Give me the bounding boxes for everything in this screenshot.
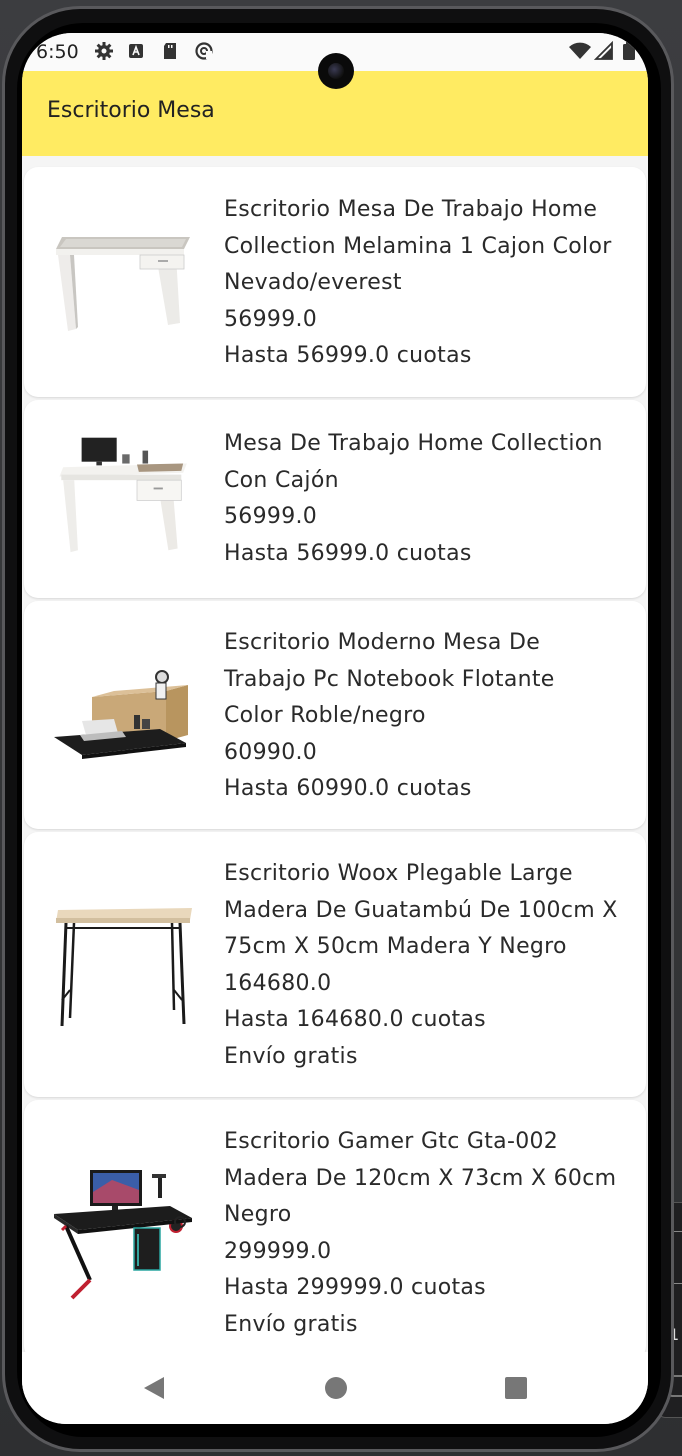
product-price: 299999.0 xyxy=(224,1238,332,1264)
product-installments: Hasta 56999.0 cuotas xyxy=(224,540,472,566)
signal-icon xyxy=(594,41,613,60)
product-installments: Hasta 60990.0 cuotas xyxy=(224,776,472,801)
product-card[interactable]: Mesa De Trabajo Home Collection Con Cajó… xyxy=(24,400,646,598)
product-card[interactable]: Escritorio Mesa De Trabajo Home Collecti… xyxy=(24,167,646,397)
phone-screen: 6:50 Escritorio Mesa Escritorio Mesa De … xyxy=(22,33,648,1424)
home-icon[interactable] xyxy=(316,1368,356,1408)
product-price: 60990.0 xyxy=(224,739,318,765)
product-card[interactable]: Escritorio Woox Plegable Large Madera De… xyxy=(24,832,646,1097)
product-info: Mesa De Trabajo Home Collection Con Cajó… xyxy=(224,426,624,572)
app-title: Escritorio Mesa xyxy=(47,98,215,123)
product-image xyxy=(54,1170,192,1300)
product-card[interactable]: Escritorio Moderno Mesa De Trabajo Pc No… xyxy=(24,601,646,829)
product-title-line: 75cm X 50cm Madera Y Negro xyxy=(224,934,567,959)
product-image xyxy=(54,670,188,759)
product-price: 56999.0 xyxy=(224,306,318,332)
product-image xyxy=(56,237,190,331)
product-info: Escritorio Woox Plegable Large Madera De… xyxy=(224,856,624,1075)
back-icon[interactable] xyxy=(134,1368,174,1408)
product-title-line: Con Cajón xyxy=(224,467,339,493)
system-nav-bar xyxy=(22,1352,648,1424)
product-title-line: Nevado/everest xyxy=(224,270,402,295)
product-installments: Hasta 56999.0 cuotas xyxy=(224,343,472,368)
product-title-line: Mesa De Trabajo Home Collection xyxy=(224,431,603,456)
product-title-line: Escritorio Moderno Mesa De xyxy=(224,630,541,655)
product-info: Escritorio Moderno Mesa De Trabajo Pc No… xyxy=(224,625,624,808)
front-camera xyxy=(318,53,354,89)
product-price: 56999.0 xyxy=(224,504,318,529)
product-title-line: Trabajo Pc Notebook Flotante xyxy=(224,666,555,692)
sd-card-icon xyxy=(164,43,176,59)
battery-icon xyxy=(623,42,635,60)
product-title-line: Escritorio Mesa De Trabajo Home xyxy=(224,197,598,222)
product-installments: Hasta 299999.0 cuotas xyxy=(224,1275,486,1300)
product-installments: Hasta 164680.0 cuotas xyxy=(224,1007,486,1032)
product-card[interactable]: Escritorio Gamer Gtc Gta-002 Madera De 1… xyxy=(24,1100,646,1360)
product-title-line: Collection Melamina 1 Cajon Color xyxy=(224,233,612,259)
product-title-line: Escritorio Woox Plegable Large xyxy=(224,861,573,886)
settings-icon xyxy=(95,42,113,60)
product-image xyxy=(59,437,187,553)
product-image xyxy=(56,908,192,1027)
sync-icon xyxy=(195,42,213,60)
product-info: Escritorio Mesa De Trabajo Home Collecti… xyxy=(224,192,624,375)
product-shipping: Envío gratis xyxy=(224,1043,358,1069)
status-time: 6:50 xyxy=(36,41,79,63)
product-title-line: Negro xyxy=(224,1202,292,1227)
product-title-line: Madera De 120cm X 73cm X 60cm xyxy=(224,1165,617,1191)
product-shipping: Envío gratis xyxy=(224,1311,358,1337)
recents-icon[interactable] xyxy=(496,1368,536,1408)
product-title-line: Escritorio Gamer Gtc Gta-002 xyxy=(224,1129,559,1154)
product-info: Escritorio Gamer Gtc Gta-002 Madera De 1… xyxy=(224,1124,624,1343)
product-title-line: Madera De Guatambú De 100cm X xyxy=(224,897,618,923)
product-title-line: Color Roble/negro xyxy=(224,703,426,728)
product-price: 164680.0 xyxy=(224,970,332,996)
wifi-icon xyxy=(569,42,591,59)
a-badge-icon xyxy=(129,44,143,58)
